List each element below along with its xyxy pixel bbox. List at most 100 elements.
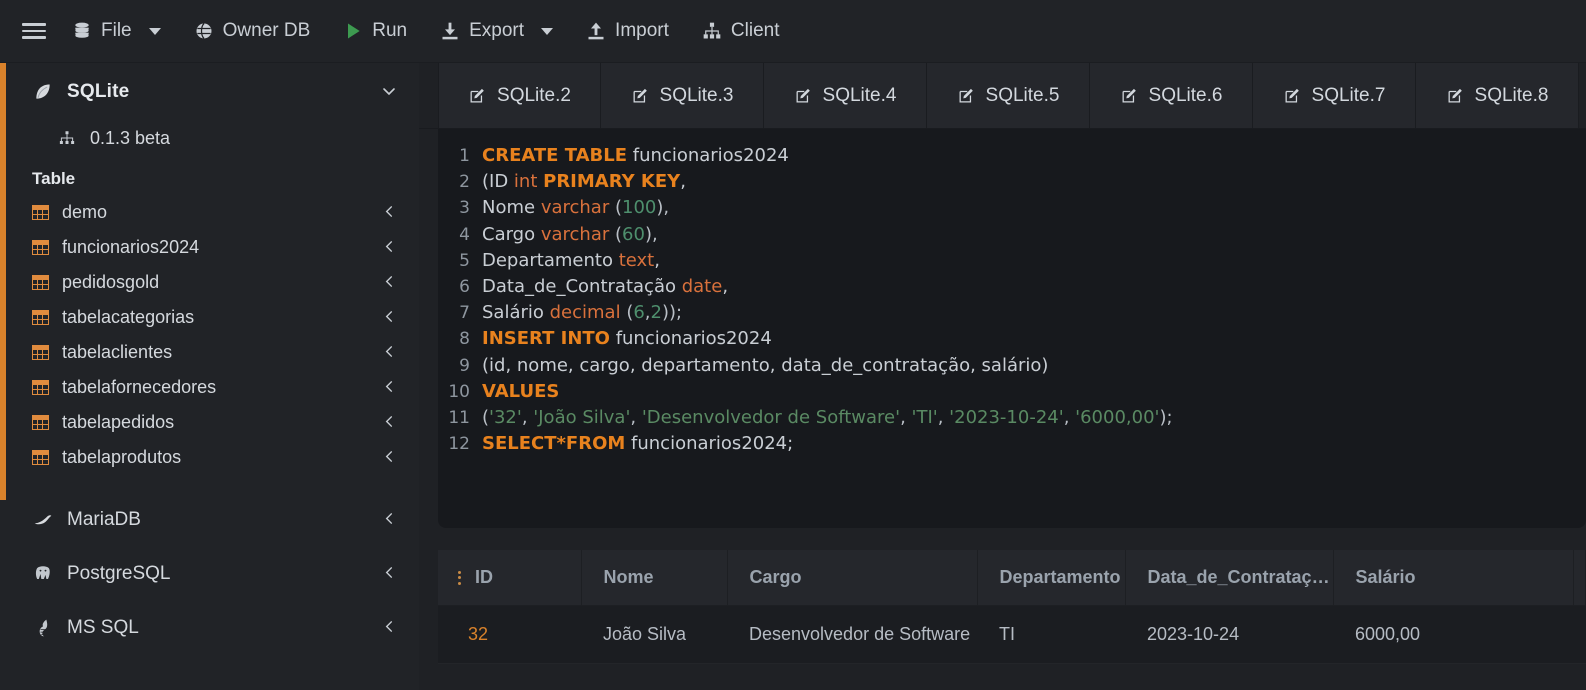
sidebar-engine-label: MariaDB [67,509,141,530]
sqlite-feather-icon [32,81,54,103]
results-col-id[interactable]: ID [438,550,582,606]
sidebar-database-sqlite[interactable]: SQLite [0,63,419,117]
sidebar-table-label: tabelacategorias [62,307,195,327]
chevron-left-icon[interactable] [382,309,397,327]
chevron-left-icon[interactable] [382,511,397,529]
tab-sqlite-3[interactable]: SQLite.3 [601,63,764,128]
toolbar-item-import[interactable]: Import [574,14,680,48]
upload-icon [585,20,607,42]
sidebar-table-tabelaprodutos[interactable]: tabelaprodutos [0,440,419,475]
sidebar-table-label: tabelapedidos [62,412,175,432]
chevron-down-icon[interactable] [381,83,397,102]
code-text: Data_de_Contratação date, [482,276,729,298]
sitemap-icon [701,20,723,42]
cell-cargo: Desenvolvedor de Software [727,605,977,664]
chevron-left-icon[interactable] [382,274,397,292]
line-number: 5 [459,250,470,271]
line-number: 3 [459,198,470,219]
line-number: 12 [448,434,470,455]
sidebar-table-label: tabelaclientes [62,342,173,362]
results-col-departamento[interactable]: Departamento [977,550,1126,606]
code-text: (ID int PRIMARY KEY, [482,171,686,193]
line-number: 7 [459,303,470,324]
tab-label: SQLite.5 [985,84,1060,106]
toolbar-item-file[interactable]: File [60,14,172,48]
sidebar-version[interactable]: 0.1.3 beta [0,117,419,159]
sidebar-table-label: tabelaprodutos [62,447,182,467]
sidebar-table-list: demo funcionarios2024 pedidosgold tabela… [0,195,419,475]
sidebar-engine-mariadb[interactable]: MariaDB [0,493,419,547]
tab-sqlite-5[interactable]: SQLite.5 [927,63,1090,128]
tab-label: SQLite.4 [822,84,897,106]
toolbar-item-client[interactable]: Client [690,14,791,48]
line-number: 8 [459,329,470,350]
chevron-left-icon[interactable] [382,449,397,467]
results-col-data-contratacao[interactable]: Data_de_Contratação [1125,550,1334,606]
code-line: 12 SELECT*FROM funcionarios2024; [438,431,1586,457]
tab-label: SQLite.7 [1311,84,1386,106]
mssql-icon [32,617,54,639]
code-text: CREATE TABLE funcionarios2024 [482,145,789,166]
code-text: Departamento text, [482,249,660,271]
results-col-cargo[interactable]: Cargo [727,550,978,606]
toolbar-item-owner-db[interactable]: Owner DB [182,14,322,48]
code-text: SELECT*FROM funcionarios2024; [482,433,794,455]
sidebar-table-pedidosgold[interactable]: pedidosgold [0,265,419,300]
code-line: 4 Cargo varchar (60), [438,222,1586,248]
sidebar-engine-postgresql[interactable]: PostgreSQL [0,547,419,601]
line-number: 2 [459,172,470,193]
sidebar-version-label: 0.1.3 beta [90,127,171,148]
cell-id: 32 [438,605,581,664]
sidebar-table-tabelapedidos[interactable]: tabelapedidos [0,405,419,440]
toolbar-item-run[interactable]: Run [331,14,418,48]
body: SQLite 0.1.3 beta Table demo funcionario… [0,63,1586,690]
tab-sqlite-8[interactable]: SQLite.8 [1416,63,1579,128]
tab-sqlite-4[interactable]: SQLite.4 [764,63,927,128]
database-icon [71,20,93,42]
edit-square-icon [1120,86,1139,105]
table-grid-icon [32,275,49,290]
tab-label: SQLite.3 [659,84,734,106]
results-col-nome[interactable]: Nome [581,550,728,606]
cell-nome: João Silva [581,605,727,664]
results-col-salario[interactable]: Salário [1333,550,1574,606]
tab-sqlite-6[interactable]: SQLite.6 [1090,63,1253,128]
table-grid-icon [32,345,49,360]
table-row[interactable]: 32 João Silva Desenvolvedor de Software … [438,605,1586,664]
hamburger-icon[interactable] [22,19,46,42]
sidebar-active-accent [0,63,6,500]
chevron-left-icon[interactable] [382,414,397,432]
code-line: 9 (id, nome, cargo, departamento, data_de… [438,353,1586,379]
chevron-left-icon[interactable] [382,204,397,222]
chevron-left-icon[interactable] [382,344,397,362]
chevron-left-icon[interactable] [382,239,397,257]
results-panel: ID Nome Cargo Departamento Data_de_Contr… [438,550,1586,690]
vertical-dots-icon[interactable] [450,570,461,585]
top-toolbar: File Owner DB Run Export Import Client [0,0,1586,63]
toolbar-label-import: Import [615,20,669,41]
sql-editor[interactable]: 1 CREATE TABLE funcionarios2024 2 (ID int P… [438,129,1586,528]
results-header-row: ID Nome Cargo Departamento Data_de_Contr… [438,550,1586,606]
sidebar-table-funcionarios2024[interactable]: funcionarios2024 [0,230,419,265]
cell-filler [1573,605,1586,664]
chevron-left-icon[interactable] [382,565,397,583]
line-number: 11 [448,408,470,429]
table-grid-icon [32,450,49,465]
toolbar-item-export[interactable]: Export [428,14,564,48]
code-text: Nome varchar (100), [482,197,670,219]
sidebar-table-tabelacategorias[interactable]: tabelacategorias [0,300,419,335]
tab-sqlite-2[interactable]: SQLite.2 [438,63,601,128]
code-line: 10 VALUES [438,379,1586,405]
sidebar-table-demo[interactable]: demo [0,195,419,230]
tab-sqlite-7[interactable]: SQLite.7 [1253,63,1416,128]
sidebar-table-tabelaclientes[interactable]: tabelaclientes [0,335,419,370]
code-line: 2 (ID int PRIMARY KEY, [438,169,1586,195]
chevron-left-icon[interactable] [382,619,397,637]
cell-departamento: TI [977,605,1125,664]
sidebar-database-label: SQLite [67,81,130,102]
chevron-left-icon[interactable] [382,379,397,397]
sidebar-engine-mssql[interactable]: MS SQL [0,601,419,655]
sidebar-table-tabelafornecedores[interactable]: tabelafornecedores [0,370,419,405]
toolbar-label-file: File [101,20,132,41]
code-text: ('32', 'João Silva', 'Desenvolvedor de S… [482,407,1173,429]
